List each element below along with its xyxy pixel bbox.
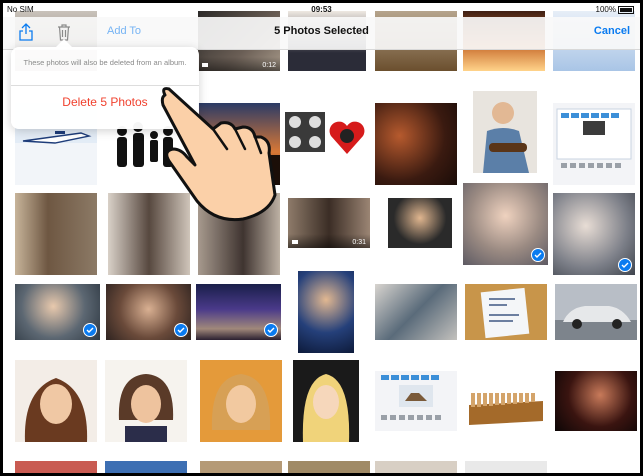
photo-thumbnail[interactable] (375, 284, 457, 340)
portrait-photo (293, 360, 359, 442)
document-photo (465, 284, 547, 340)
delete-warning-message: These photos will also be deleted from a… (23, 58, 187, 67)
clock: 09:53 (311, 5, 332, 14)
photo-thumbnail[interactable] (15, 193, 97, 275)
ipad-screen: 0:12 0:31 No SIM 09:53 100% Add To 5 Pho… (3, 3, 640, 473)
app-screenshot-thumb (375, 371, 457, 431)
photo-thumbnail[interactable] (375, 371, 457, 431)
car-photo (555, 284, 637, 340)
photo-thumbnail[interactable] (375, 103, 457, 185)
photo-thumbnail[interactable] (293, 360, 359, 442)
portrait-photo (200, 360, 282, 442)
photo-thumbnail[interactable] (15, 360, 97, 442)
photo-thumbnail-selected[interactable] (553, 193, 635, 275)
photo-thumbnail[interactable] (15, 461, 97, 473)
photo-thumbnail[interactable] (200, 461, 282, 473)
video-camera-icon (202, 63, 208, 67)
photo-thumbnail[interactable] (555, 371, 637, 431)
beatles-heart-photo (283, 108, 373, 160)
battery-indicator: 100% (596, 5, 634, 14)
battery-icon (618, 5, 634, 14)
photo-thumbnail[interactable] (473, 91, 537, 173)
portrait-photo (15, 360, 97, 442)
photo-thumbnail[interactable] (465, 284, 547, 340)
video-thumbnail[interactable]: 0:31 (288, 198, 370, 248)
photo-thumbnail-selected[interactable] (463, 183, 548, 265)
photo-thumbnail[interactable] (200, 360, 282, 442)
video-camera-icon (292, 240, 298, 244)
app-screenshot-thumb (553, 103, 635, 185)
photo-thumbnail[interactable] (388, 198, 452, 248)
photo-thumbnail-selected[interactable] (106, 284, 191, 340)
photo-thumbnail[interactable] (465, 371, 547, 431)
cancel-button[interactable]: Cancel (594, 25, 630, 37)
photo-thumbnail[interactable] (465, 461, 547, 473)
video-duration-badge: 0:31 (288, 234, 370, 248)
photo-thumbnail[interactable] (553, 103, 635, 185)
photo-thumbnail[interactable] (105, 360, 187, 442)
photo-thumbnail[interactable] (375, 461, 457, 473)
selected-checkmark-icon (83, 323, 97, 337)
selected-checkmark-icon (531, 248, 545, 262)
selected-checkmark-icon (174, 323, 188, 337)
photo-thumbnail[interactable] (288, 461, 370, 473)
video-duration-badge: 0:12 (198, 57, 280, 71)
guitarist-photo (473, 91, 537, 173)
photo-thumbnail[interactable] (555, 284, 637, 340)
pointing-hand-icon (160, 87, 277, 222)
photo-thumbnail[interactable] (105, 461, 187, 473)
navigation-bar: Add To 5 Photos Selected Cancel (3, 17, 640, 50)
selected-checkmark-icon (264, 323, 278, 337)
selected-checkmark-icon (618, 258, 632, 272)
photo-thumbnail[interactable] (298, 271, 354, 353)
battery-percent: 100% (595, 5, 616, 14)
photo-thumbnail-selected[interactable] (15, 284, 100, 340)
xylophone-photo (465, 371, 547, 431)
selection-title: 5 Photos Selected (274, 25, 369, 37)
photo-thumbnail[interactable] (283, 108, 373, 160)
status-bar: No SIM 09:53 100% (3, 3, 640, 17)
photo-thumbnail-selected[interactable] (196, 284, 281, 340)
portrait-photo (105, 360, 187, 442)
